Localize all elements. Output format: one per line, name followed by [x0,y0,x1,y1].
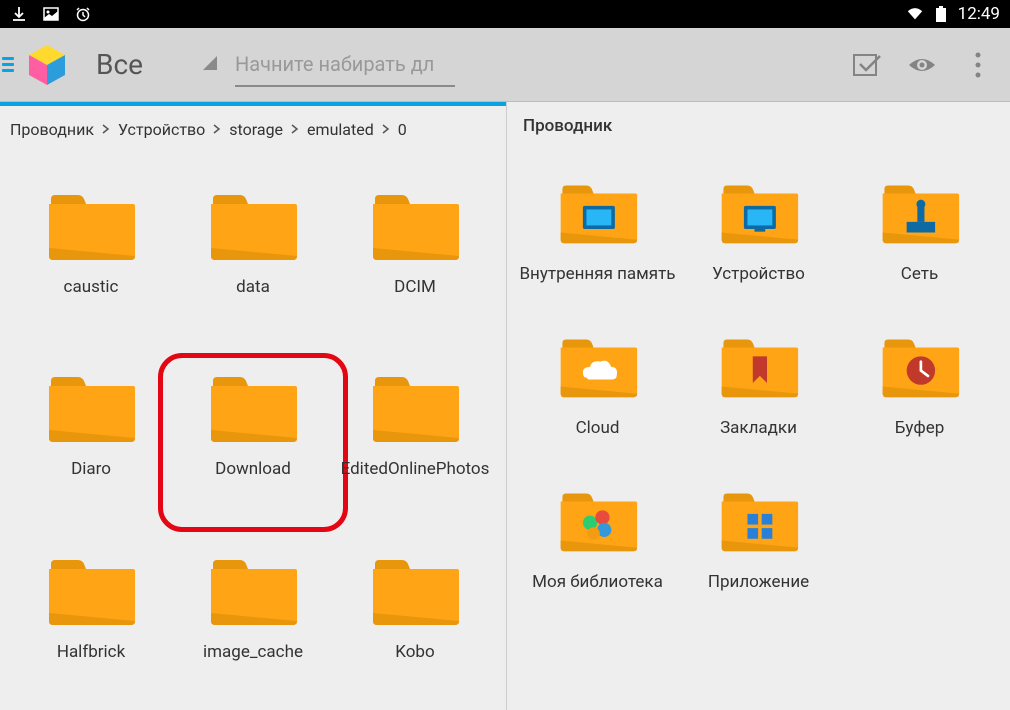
bookmarks-icon [709,324,809,410]
breadcrumb: Проводник Устройство storage emulated 0 [0,106,506,153]
folder-label: caustic [64,277,119,297]
folder-label: image_cache [203,642,303,662]
folder-label: Diaro [71,459,111,479]
folder-item[interactable]: Download [172,365,334,517]
overflow-menu-icon[interactable] [950,37,1006,93]
wifi-icon [906,5,924,23]
nav-label: Моя библиотека [532,572,663,592]
folder-label: EditedOnlinePhotos [341,459,490,479]
filter-label[interactable]: Все [96,48,143,81]
apps-icon [709,478,809,564]
breadcrumb-item[interactable]: Проводник [10,120,94,139]
folder-icon [365,183,465,269]
nav-label: Cloud [576,418,620,438]
right-pane-title: Проводник [507,102,1010,150]
image-icon [42,5,60,23]
network-icon [870,170,970,256]
chevron-right-icon [102,123,110,137]
chevron-right-icon [291,123,299,137]
nav-label: Устройство [712,264,805,284]
nav-item[interactable]: Приложение [678,478,839,592]
search-input-wrap [235,43,455,87]
folder-label: DCIM [394,277,436,297]
folder-icon [203,183,303,269]
right-pane: Проводник Внутренняя память Устройство С… [506,102,1010,710]
folder-item[interactable]: DCIM [334,183,496,335]
folder-label: Halfbrick [57,642,125,662]
nav-item[interactable]: Устройство [678,170,839,284]
folder-label: Kobo [395,642,434,662]
folder-label: Download [215,459,291,479]
folder-icon [41,183,141,269]
breadcrumb-item[interactable]: Устройство [118,120,205,139]
nav-item[interactable]: Cloud [517,324,678,438]
folder-item[interactable]: Diaro [10,365,172,517]
nav-item[interactable]: Закладки [678,324,839,438]
breadcrumb-item[interactable]: 0 [398,120,407,139]
select-mode-icon[interactable] [838,37,894,93]
internal-icon [548,170,648,256]
folder-item[interactable]: data [172,183,334,335]
device-icon [709,170,809,256]
nav-label: Сеть [901,264,938,284]
folder-item[interactable]: Halfbrick [10,548,172,700]
folder-icon [365,365,465,451]
folder-icon [41,548,141,634]
menu-icon[interactable] [0,57,14,72]
nav-item[interactable]: Моя библиотека [517,478,678,592]
folder-icon [203,365,303,451]
alarm-icon [74,5,92,23]
chevron-right-icon [213,123,221,137]
app-logo-icon[interactable] [18,36,76,94]
cloud-icon [548,324,648,410]
dropdown-icon[interactable] [203,55,217,74]
search-input[interactable] [235,52,455,76]
status-time: 12:49 [958,4,1000,24]
nav-label: Буфер [895,418,945,438]
toolbar: Все [0,28,1010,102]
clipboard-icon [870,324,970,410]
chevron-right-icon [382,123,390,137]
visibility-icon[interactable] [894,37,950,93]
breadcrumb-item[interactable]: storage [229,120,283,139]
folder-item[interactable]: image_cache [172,548,334,700]
folder-icon [365,548,465,634]
folder-item[interactable]: EditedOnlinePhotos [334,365,496,517]
breadcrumb-item[interactable]: emulated [307,120,374,139]
left-pane: Проводник Устройство storage emulated 0 caus… [0,102,506,710]
folder-icon [203,548,303,634]
nav-label: Приложение [708,572,809,592]
nav-label: Внутренняя память [519,264,675,284]
status-bar: 12:49 [0,0,1010,28]
battery-icon [932,5,950,23]
folder-item[interactable]: Kobo [334,548,496,700]
nav-label: Закладки [720,418,797,438]
nav-item[interactable]: Сеть [839,170,1000,284]
folder-item[interactable]: caustic [10,183,172,335]
nav-item[interactable]: Буфер [839,324,1000,438]
download-icon [10,5,28,23]
nav-item[interactable]: Внутренняя память [517,170,678,284]
library-icon [548,478,648,564]
folder-icon [41,365,141,451]
folder-label: data [236,277,270,297]
